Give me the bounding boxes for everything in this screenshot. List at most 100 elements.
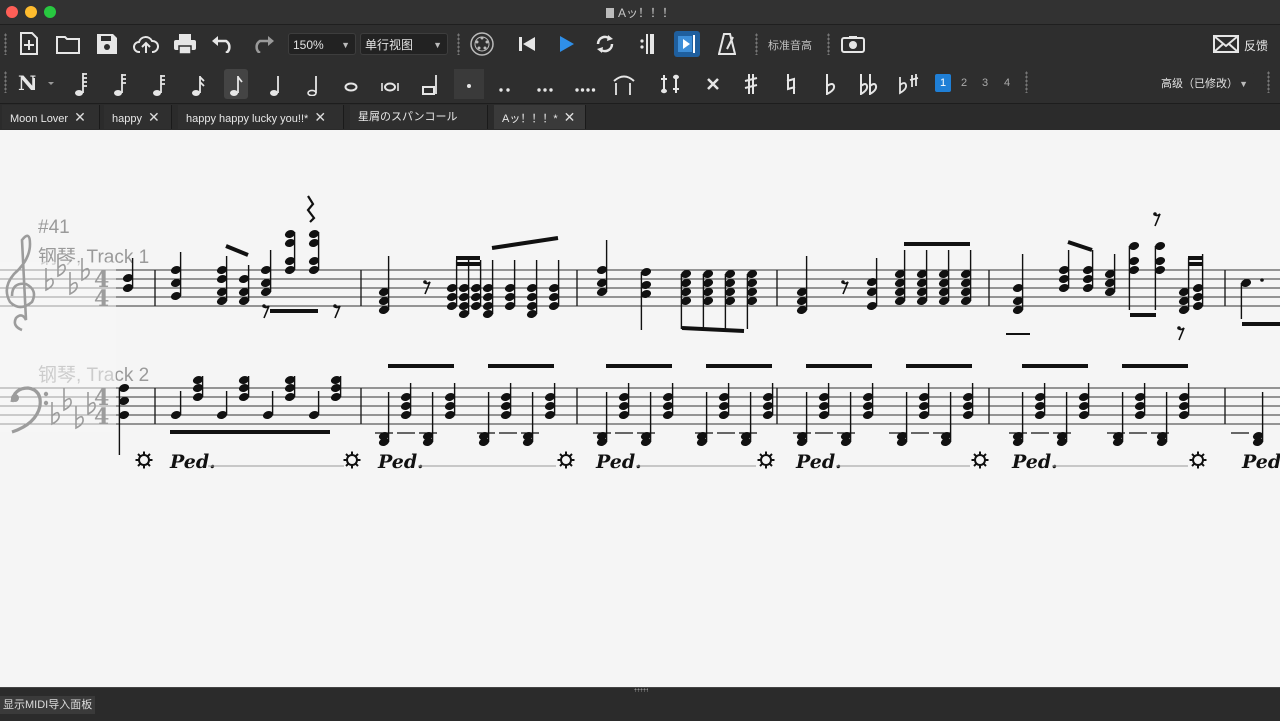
toolbar-grip[interactable]	[4, 33, 7, 55]
score-view[interactable]: #41 钢琴, Track 1 钢琴, Track 2	[0, 130, 1280, 687]
play-icon[interactable]	[554, 31, 580, 57]
duration-128th-icon[interactable]	[70, 71, 92, 97]
svg-text:4: 4	[94, 404, 109, 430]
tab-happy[interactable]: happy✕	[104, 105, 172, 129]
triple-dot-icon[interactable]	[534, 83, 556, 97]
view-mode-select[interactable]: 单行视图▼	[360, 33, 448, 55]
title-bar: Aッ！！！	[0, 0, 1280, 25]
undo-icon[interactable]	[210, 31, 236, 57]
svg-text:4: 4	[94, 286, 109, 312]
voice-2-button[interactable]: 2	[956, 74, 972, 92]
mixer-icon[interactable]	[468, 31, 496, 57]
view-mode-value: 单行视图	[365, 38, 413, 52]
zoom-select[interactable]: 150% ▼	[288, 33, 356, 55]
tab-a-current[interactable]: Aッ！！！* ✕	[494, 105, 586, 129]
voice-4-button[interactable]: 4	[999, 74, 1015, 92]
eighth-rest	[1178, 328, 1184, 340]
note-input-mode-icon[interactable]: N	[16, 71, 56, 95]
beam	[226, 246, 248, 255]
print-icon[interactable]	[172, 31, 198, 57]
toolbar-grip[interactable]	[1025, 71, 1028, 93]
natural-icon[interactable]	[780, 71, 802, 97]
pedal-release-icon[interactable]	[136, 452, 153, 469]
metronome-icon[interactable]	[714, 31, 740, 57]
treble-time-signature: 44	[94, 267, 109, 312]
camera-icon[interactable]	[839, 31, 867, 57]
tab-hoshikuzu[interactable]: 星屑のスパンコール*✕	[350, 105, 488, 129]
pedal-release-icon[interactable]	[1190, 452, 1207, 469]
show-midi-import-panel-button[interactable]: 显示MIDI导入面板	[0, 696, 95, 714]
pedal-down-mark[interactable]: Ped.	[595, 451, 642, 473]
new-file-icon[interactable]	[16, 31, 42, 57]
pedal-release-icon[interactable]	[558, 452, 575, 469]
redo-icon[interactable]	[250, 31, 276, 57]
double-flat-icon[interactable]	[856, 71, 882, 97]
double-dot-icon[interactable]	[494, 83, 516, 97]
duration-breve-icon[interactable]	[379, 77, 401, 97]
window-title-text: Aッ！！！	[618, 6, 674, 20]
open-folder-icon[interactable]	[55, 31, 81, 57]
quadruple-dot-icon[interactable]	[572, 83, 598, 97]
duration-quarter-icon[interactable]	[264, 71, 286, 97]
follow-playback-icon[interactable]	[674, 31, 700, 57]
toolbar-grip[interactable]	[457, 33, 460, 55]
resize-handle[interactable]	[634, 688, 648, 692]
duration-64th-icon[interactable]	[109, 71, 131, 97]
pedal-down-mark[interactable]: Ped.	[1011, 451, 1058, 473]
zoom-value: 150%	[293, 38, 324, 52]
tab-label: Aッ！！！*	[502, 113, 558, 125]
pedal-markings: Ped. Ped. Ped. Ped. Ped. Ped.	[136, 451, 1280, 473]
duration-half-icon[interactable]	[302, 71, 324, 97]
pedal-down-mark[interactable]: Ped.	[795, 451, 842, 473]
score-canvas[interactable]: #41 钢琴, Track 1 钢琴, Track 2	[0, 130, 1280, 687]
concert-pitch-toggle[interactable]: 标准音高	[768, 37, 812, 53]
flat-icon[interactable]	[819, 71, 841, 97]
chevron-down-icon: ▼	[341, 34, 350, 56]
score-tabs: Moon Lover✕ happy✕ happy happy lucky you…	[0, 104, 1280, 130]
tab-moon-lover[interactable]: Moon Lover✕	[2, 105, 100, 129]
toolbar-grip[interactable]	[755, 33, 758, 55]
tie-icon[interactable]	[610, 71, 638, 97]
toolbar-grip[interactable]	[1267, 71, 1270, 93]
duration-16th-icon[interactable]	[187, 71, 209, 97]
note-input-toolbar: N 1 2 3 4 高级（已修改）▼	[0, 63, 1280, 104]
voice-1-button[interactable]: 1	[935, 74, 951, 92]
quarter-rest	[308, 196, 314, 222]
close-icon[interactable]: ✕	[74, 109, 86, 125]
rewind-to-start-icon[interactable]	[514, 31, 540, 57]
pedal-down-mark[interactable]: Ped.	[377, 451, 424, 473]
treble-notes	[122, 196, 1280, 340]
bass-notes	[118, 366, 1264, 455]
flip-direction-icon[interactable]	[656, 71, 684, 97]
pedal-down-mark[interactable]: Ped.	[169, 451, 216, 473]
toolbar-grip[interactable]	[827, 33, 830, 55]
pedal-release-icon[interactable]	[344, 452, 361, 469]
eighth-rest	[334, 306, 340, 318]
double-sharp-icon[interactable]	[702, 71, 724, 97]
pedal-down-mark[interactable]: Ped.	[1241, 451, 1280, 473]
loop-icon[interactable]	[592, 31, 618, 57]
repeat-barline-icon[interactable]	[634, 31, 660, 57]
status-bar: 显示MIDI导入面板	[0, 687, 1280, 721]
sharp-icon[interactable]	[740, 71, 762, 97]
workspace-select[interactable]: 高级（已修改）▼	[1156, 72, 1254, 94]
voice-3-button[interactable]: 3	[977, 74, 993, 92]
duration-32nd-icon[interactable]	[148, 71, 170, 97]
duration-whole-icon[interactable]	[340, 77, 362, 97]
bass-time-signature: 44	[94, 385, 109, 430]
duration-longa-icon[interactable]	[418, 71, 440, 97]
pedal-release-icon[interactable]	[758, 452, 775, 469]
enharmonic-flip-icon[interactable]	[896, 71, 922, 97]
feedback-button[interactable]: 反馈	[1244, 37, 1268, 54]
duration-eighth-icon[interactable]	[224, 69, 248, 99]
save-icon[interactable]	[94, 31, 120, 57]
cloud-upload-icon[interactable]	[132, 31, 160, 57]
tab-happy-happy-lucky-you[interactable]: happy happy lucky you!!*✕	[178, 105, 344, 129]
augmentation-dot-icon[interactable]	[454, 69, 484, 99]
close-icon[interactable]: ✕	[148, 109, 160, 125]
toolbar-grip[interactable]	[4, 71, 7, 93]
mail-icon[interactable]	[1212, 31, 1240, 57]
pedal-release-icon[interactable]	[972, 452, 989, 469]
close-icon[interactable]: ✕	[564, 109, 576, 125]
close-icon[interactable]: ✕	[314, 109, 326, 125]
